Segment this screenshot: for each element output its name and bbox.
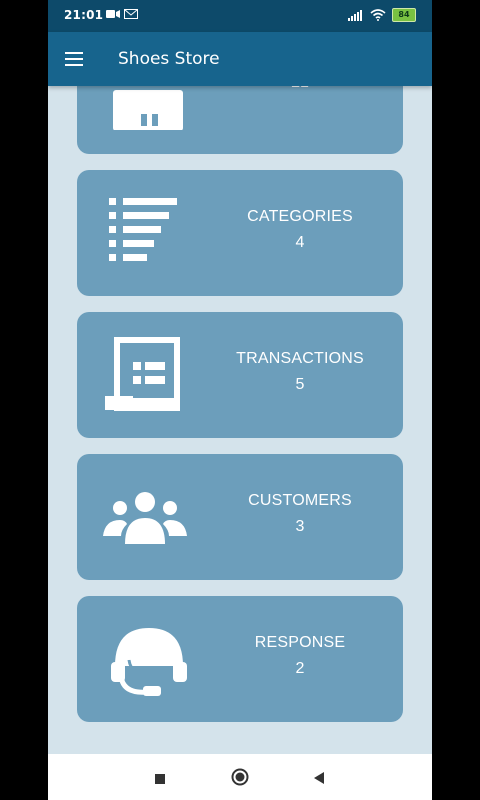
app-bar: Shoes Store: [48, 32, 432, 86]
menu-icon: [65, 52, 83, 66]
card-label: CUSTOMERS: [248, 492, 352, 509]
card-count: 21: [197, 86, 403, 92]
card-count: 5: [295, 376, 305, 393]
status-time: 21:01: [64, 8, 104, 22]
card-label: RESPONSE: [254, 634, 346, 651]
card-text: TRANSACTIONS 5: [197, 350, 403, 394]
back-button[interactable]: [312, 770, 326, 789]
battery-icon: 84: [392, 8, 416, 22]
card-text: CUSTOMERS 3: [197, 492, 403, 536]
card-count: 4: [295, 234, 305, 251]
headset-icon: [111, 628, 187, 696]
card-text: CATEGORIES 4: [197, 208, 403, 252]
back-icon: [314, 772, 324, 784]
video-call-icon: [106, 10, 120, 18]
card-count: 3: [295, 518, 305, 535]
card-transactions[interactable]: TRANSACTIONS 5: [77, 312, 403, 438]
card-response[interactable]: RESPONSE 2: [77, 596, 403, 722]
mail-icon: [124, 9, 138, 19]
dashboard-list: 21 CATEGORIES 4: [48, 86, 432, 754]
card-text: RESPONSE 2: [197, 634, 403, 678]
card-label: TRANSACTIONS: [236, 350, 364, 367]
recents-button[interactable]: [154, 770, 166, 789]
circle-icon: [231, 768, 249, 786]
people-icon: [103, 492, 187, 544]
menu-button[interactable]: [62, 47, 86, 71]
status-bar: 21:01 84: [48, 0, 432, 32]
card-categories[interactable]: CATEGORIES 4: [77, 170, 403, 296]
card-label: CATEGORIES: [247, 208, 353, 225]
phone-screen: 21:01 84 Shoes Store CATEGORIES 4 TRANSA…: [48, 0, 432, 800]
home-button[interactable]: [231, 768, 249, 790]
card-text: 21: [197, 86, 403, 92]
receipt-icon: [105, 337, 180, 411]
app-title: Shoes Store: [118, 49, 220, 69]
navigation-bar: [48, 754, 432, 800]
store-icon: [113, 90, 183, 130]
card-count: 2: [295, 660, 305, 677]
status-right-icons: 84: [348, 8, 416, 22]
square-icon: [155, 774, 165, 784]
list-icon: [109, 198, 177, 261]
card-products[interactable]: 21: [77, 86, 403, 154]
wifi-icon: [370, 9, 386, 21]
card-customers[interactable]: CUSTOMERS 3: [77, 454, 403, 580]
status-left-icons: [106, 9, 138, 19]
signal-icon: [348, 10, 362, 21]
